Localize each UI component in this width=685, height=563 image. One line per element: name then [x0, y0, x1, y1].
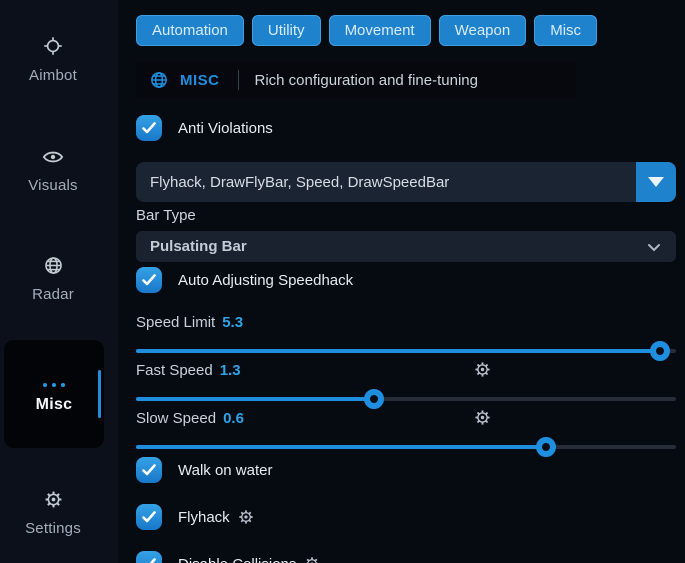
sidebar-item-aimbot[interactable]: Aimbot	[0, 36, 106, 84]
crosshair-icon	[43, 36, 63, 61]
ellipsis-icon	[4, 376, 104, 394]
sidebar-item-label: Visuals	[0, 177, 106, 194]
check-icon	[142, 511, 156, 523]
gear-icon[interactable]	[474, 361, 491, 378]
slider-thumb[interactable]	[364, 389, 384, 409]
sidebar-item-misc-selected[interactable]: Misc	[4, 340, 104, 448]
slider-track-fill	[136, 349, 660, 353]
triangle-down-icon	[648, 177, 664, 187]
slider-label: Speed Limit	[136, 314, 215, 331]
speed-limit-slider-row: Speed Limit 5.3	[136, 313, 676, 361]
eye-icon	[42, 148, 64, 171]
globe-icon	[150, 71, 168, 89]
bar-type-label: Bar Type	[136, 207, 676, 225]
multiselect-value: Flyhack, DrawFlyBar, Speed, DrawSpeedBar	[136, 174, 449, 191]
checkbox-label: Flyhack	[178, 509, 230, 526]
sidebar-item-label: Misc	[4, 396, 104, 414]
globe-icon	[44, 256, 63, 280]
check-icon	[142, 274, 156, 286]
walk-on-water-row: Walk on water	[136, 457, 676, 483]
slow-speed-slider-row: Slow Speed 0.6	[136, 409, 676, 457]
sidebar-item-label: Radar	[0, 286, 106, 303]
sidebar-item-radar[interactable]: Radar	[0, 256, 106, 303]
tab-automation[interactable]: Automation	[136, 15, 244, 46]
bar-type-select[interactable]: Pulsating Bar	[136, 231, 676, 262]
select-value: Pulsating Bar	[150, 238, 247, 255]
bar-multiselect[interactable]: Flyhack, DrawFlyBar, Speed, DrawSpeedBar	[136, 162, 676, 202]
gear-icon	[44, 490, 63, 514]
slow-speed-slider[interactable]	[136, 437, 676, 457]
slider-label: Slow Speed	[136, 410, 216, 427]
check-icon	[142, 464, 156, 476]
slider-label: Fast Speed	[136, 362, 213, 379]
walk-on-water-checkbox[interactable]	[136, 457, 162, 483]
sidebar-item-visuals[interactable]: Visuals	[0, 148, 106, 194]
fast-speed-slider-row: Fast Speed 1.3	[136, 361, 676, 409]
checkbox-label: Disable Collisions	[178, 556, 296, 563]
sidebar-item-label: Settings	[0, 520, 106, 537]
sidebar: Aimbot Visuals Radar Misc Settings	[0, 0, 118, 563]
divider	[238, 70, 239, 90]
gear-icon[interactable]	[238, 509, 254, 525]
section-header: MISC Rich configuration and fine-tuning	[136, 62, 576, 98]
anti-violations-row: Anti Violations	[136, 115, 676, 141]
auto-adjusting-checkbox[interactable]	[136, 267, 162, 293]
tab-bar: Automation Utility Movement Weapon Misc	[136, 15, 676, 46]
fast-speed-slider[interactable]	[136, 389, 676, 409]
checkbox-label: Anti Violations	[178, 120, 273, 137]
speed-limit-slider[interactable]	[136, 341, 676, 361]
chevron-down-icon	[646, 239, 662, 255]
slider-thumb[interactable]	[536, 437, 556, 457]
slider-track-fill	[136, 445, 546, 449]
section-title: MISC	[180, 72, 220, 89]
section-subtitle: Rich configuration and fine-tuning	[255, 72, 478, 89]
disable-collisions-checkbox[interactable]	[136, 551, 162, 563]
tab-movement[interactable]: Movement	[329, 15, 431, 46]
sidebar-item-settings[interactable]: Settings	[0, 490, 106, 537]
anti-violations-checkbox[interactable]	[136, 115, 162, 141]
slider-value: 0.6	[223, 410, 244, 427]
flyhack-checkbox[interactable]	[136, 504, 162, 530]
tab-weapon[interactable]: Weapon	[439, 15, 527, 46]
slider-thumb[interactable]	[650, 341, 670, 361]
sidebar-item-label: Aimbot	[0, 67, 106, 84]
tab-misc[interactable]: Misc	[534, 15, 597, 46]
disable-collisions-row: Disable Collisions	[136, 551, 676, 563]
slider-value: 5.3	[222, 314, 243, 331]
check-icon	[142, 558, 156, 563]
selection-accent-bar	[98, 370, 101, 418]
multiselect-dropdown-button[interactable]	[636, 162, 676, 202]
slider-value: 1.3	[220, 362, 241, 379]
checkbox-label: Walk on water	[178, 462, 272, 479]
checkbox-label: Auto Adjusting Speedhack	[178, 272, 353, 289]
slider-track-fill	[136, 397, 374, 401]
gear-icon[interactable]	[304, 556, 320, 563]
main-panel: Automation Utility Movement Weapon Misc …	[118, 0, 685, 563]
flyhack-row: Flyhack	[136, 504, 676, 530]
tab-utility[interactable]: Utility	[252, 15, 321, 46]
check-icon	[142, 122, 156, 134]
gear-icon[interactable]	[474, 409, 491, 426]
auto-adjusting-row: Auto Adjusting Speedhack	[136, 267, 676, 293]
